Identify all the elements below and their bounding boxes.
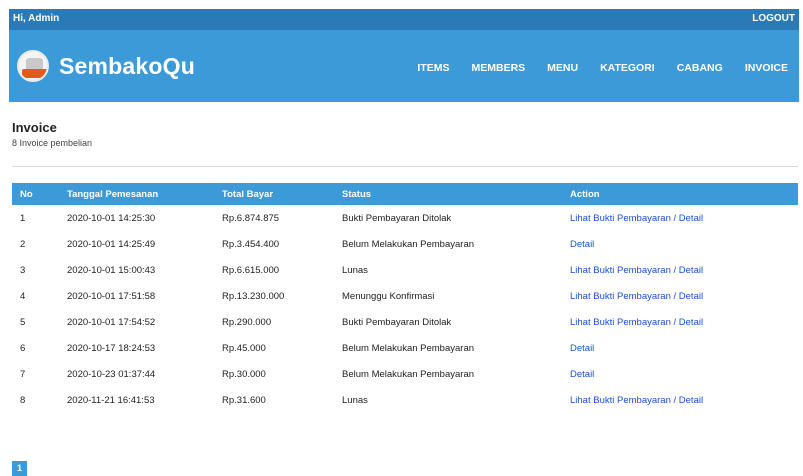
table-row: 7 2020-10-23 01:37:44 Rp.30.000 Belum Me… bbox=[12, 361, 798, 387]
nav-item-cabang[interactable]: CABANG bbox=[666, 62, 734, 74]
table-row: 1 2020-10-01 14:25:30 Rp.6.874.875 Bukti… bbox=[12, 205, 798, 231]
cell-no: 7 bbox=[20, 368, 26, 380]
cell-no: 8 bbox=[20, 394, 26, 406]
cell-date: 2020-10-01 14:25:30 bbox=[67, 212, 156, 224]
table-row: 5 2020-10-01 17:54:52 Rp.290.000 Bukti P… bbox=[12, 309, 798, 335]
cell-date: 2020-10-01 15:00:43 bbox=[67, 264, 156, 276]
cell-status: Belum Melakukan Pembayaran bbox=[342, 342, 475, 354]
cell-no: 5 bbox=[20, 316, 26, 328]
cell-action: Lihat Bukti Pembayaran / Detail bbox=[562, 283, 798, 309]
cell-date: 2020-10-23 01:37:44 bbox=[67, 368, 156, 380]
cell-no: 1 bbox=[20, 212, 26, 224]
action-link[interactable]: Detail bbox=[570, 369, 594, 380]
cell-no: 3 bbox=[20, 264, 26, 276]
cell-action: Detail bbox=[562, 335, 798, 361]
cell-status: Menunggu Konfirmasi bbox=[342, 290, 435, 302]
cell-action: Lihat Bukti Pembayaran / Detail bbox=[562, 309, 798, 335]
cell-total: Rp.31.600 bbox=[222, 394, 266, 406]
page-header: Invoice 8 Invoice pembelian bbox=[12, 120, 798, 148]
cell-status: Lunas bbox=[342, 264, 368, 276]
cell-date: 2020-10-17 18:24:53 bbox=[67, 342, 156, 354]
nav-item-members[interactable]: MEMBERS bbox=[460, 62, 536, 74]
page-title: Invoice bbox=[12, 120, 57, 135]
cell-no: 6 bbox=[20, 342, 26, 354]
cell-action: Lihat Bukti Pembayaran / Detail bbox=[562, 257, 798, 283]
table-row: 8 2020-11-21 16:41:53 Rp.31.600 Lunas Li… bbox=[12, 387, 798, 413]
cell-status: Belum Melakukan Pembayaran bbox=[342, 368, 475, 380]
cell-status: Lunas bbox=[342, 394, 368, 406]
table-row: 2 2020-10-01 14:25:49 Rp.3.454.400 Belum… bbox=[12, 231, 798, 257]
nav-item-items[interactable]: ITEMS bbox=[406, 62, 460, 74]
page-subtitle: 8 Invoice pembelian bbox=[12, 138, 93, 148]
nav-menu: ITEMS MEMBERS MENU KATEGORI CABANG INVOI… bbox=[406, 62, 799, 74]
cell-total: Rp.6.615.000 bbox=[222, 264, 280, 276]
cell-action: Lihat Bukti Pembayaran / Detail bbox=[562, 205, 798, 231]
main-navbar: SembakoQu ITEMS MEMBERS MENU KATEGORI CA… bbox=[9, 30, 799, 102]
cell-action: Detail bbox=[562, 231, 798, 257]
logout-link[interactable]: LOGOUT bbox=[752, 13, 795, 24]
action-link[interactable]: Lihat Bukti Pembayaran / Detail bbox=[570, 265, 703, 276]
column-header-status: Status bbox=[342, 188, 372, 200]
brand[interactable]: SembakoQu bbox=[17, 50, 195, 82]
column-header-no: No bbox=[20, 188, 33, 200]
cell-total: Rp.290.000 bbox=[222, 316, 272, 328]
cell-no: 2 bbox=[20, 238, 26, 250]
cell-date: 2020-11-21 16:41:53 bbox=[67, 394, 155, 406]
shopping-bag-logo-icon bbox=[17, 50, 49, 82]
action-link[interactable]: Detail bbox=[570, 343, 594, 354]
pagination: 1 bbox=[12, 458, 27, 476]
nav-item-kategori[interactable]: KATEGORI bbox=[589, 62, 666, 74]
cell-total: Rp.30.000 bbox=[222, 368, 266, 380]
cell-total: Rp.13.230.000 bbox=[222, 290, 285, 302]
cell-status: Bukti Pembayaran Ditolak bbox=[342, 316, 452, 328]
top-bar: Hi, Admin LOGOUT bbox=[9, 9, 799, 30]
cell-status: Bukti Pembayaran Ditolak bbox=[342, 212, 452, 224]
action-link[interactable]: Lihat Bukti Pembayaran / Detail bbox=[570, 291, 703, 302]
column-header-total: Total Bayar bbox=[222, 188, 274, 200]
cell-total: Rp.6.874.875 bbox=[222, 212, 280, 224]
page-button-1[interactable]: 1 bbox=[12, 461, 27, 476]
table-row: 6 2020-10-17 18:24:53 Rp.45.000 Belum Me… bbox=[12, 335, 798, 361]
cell-date: 2020-10-01 14:25:49 bbox=[67, 238, 156, 250]
divider bbox=[12, 166, 798, 167]
cell-date: 2020-10-01 17:51:58 bbox=[67, 290, 156, 302]
cell-total: Rp.45.000 bbox=[222, 342, 266, 354]
table-row: 3 2020-10-01 15:00:43 Rp.6.615.000 Lunas… bbox=[12, 257, 798, 283]
brand-name: SembakoQu bbox=[59, 52, 196, 79]
nav-item-menu[interactable]: MENU bbox=[536, 62, 589, 74]
action-link[interactable]: Detail bbox=[570, 239, 594, 250]
cell-action: Detail bbox=[562, 361, 798, 387]
cell-action: Lihat Bukti Pembayaran / Detail bbox=[562, 387, 798, 413]
table-row: 4 2020-10-01 17:51:58 Rp.13.230.000 Menu… bbox=[12, 283, 798, 309]
cell-status: Belum Melakukan Pembayaran bbox=[342, 238, 475, 250]
column-header-action: Action bbox=[570, 188, 600, 200]
action-link[interactable]: Lihat Bukti Pembayaran / Detail bbox=[570, 213, 703, 224]
action-link[interactable]: Lihat Bukti Pembayaran / Detail bbox=[570, 395, 703, 406]
invoice-table: No Tanggal Pemesanan Total Bayar Status … bbox=[12, 183, 798, 413]
cell-no: 4 bbox=[20, 290, 26, 302]
cell-date: 2020-10-01 17:54:52 bbox=[67, 316, 156, 328]
nav-item-invoice[interactable]: INVOICE bbox=[734, 62, 799, 74]
action-link[interactable]: Lihat Bukti Pembayaran / Detail bbox=[570, 317, 703, 328]
table-header-row: No Tanggal Pemesanan Total Bayar Status … bbox=[12, 183, 798, 205]
column-header-date: Tanggal Pemesanan bbox=[67, 188, 159, 200]
cell-total: Rp.3.454.400 bbox=[222, 238, 280, 250]
greeting-text: Hi, Admin bbox=[13, 13, 60, 24]
